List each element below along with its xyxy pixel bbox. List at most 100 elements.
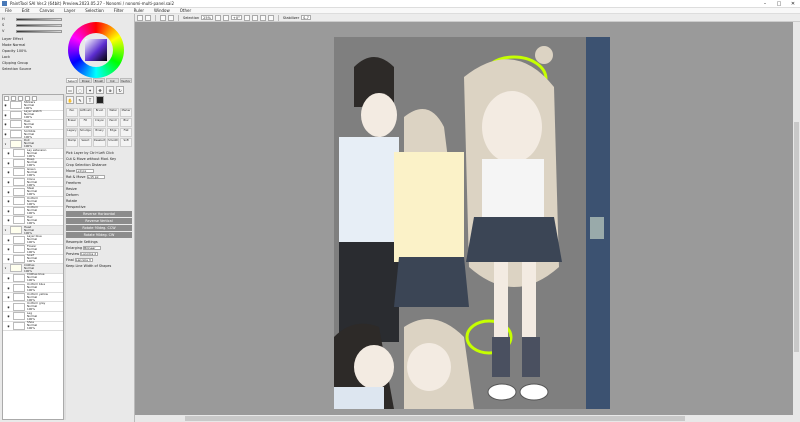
visibility-eye-icon[interactable]: ◉ [6,161,11,165]
menu-layer[interactable]: Layer [59,8,80,13]
visibility-eye-icon[interactable]: ▾ [3,142,8,146]
brush-slot[interactable]: Smooth [107,138,120,147]
reverse-vertical-button[interactable]: Reverse Vertical [66,218,132,224]
saturation-slider[interactable] [16,23,62,27]
brush-slot[interactable]: Smudge [78,128,92,137]
move-input[interactable]: +0 px [76,169,95,173]
visibility-eye-icon[interactable]: ◉ [6,257,11,261]
deselect-button[interactable] [160,14,166,21]
brush-slot[interactable]: Water [107,108,120,117]
brush-slot[interactable]: Binary [92,128,107,137]
visibility-eye-icon[interactable]: ◉ [6,247,11,251]
canvas-area[interactable] [135,22,793,415]
new-layer-icon[interactable] [4,96,9,101]
zoom-out-button[interactable] [214,14,221,21]
undo-button[interactable] [137,14,143,21]
value-slider[interactable] [16,29,62,33]
layer-row[interactable]: ◉ Scribble Normal 100% [3,129,63,140]
brush-slot[interactable]: Eraser [66,118,78,127]
stabilizer-field[interactable]: S-7 [301,15,311,20]
visibility-eye-icon[interactable]: ◉ [6,324,11,328]
menu-other[interactable]: Other [175,8,196,13]
menu-file[interactable]: File [0,8,17,13]
visibility-eye-icon[interactable]: ▾ [3,266,8,270]
preview-select[interactable]: Lanczos 2 [80,252,99,256]
visibility-eye-icon[interactable]: ◉ [3,113,8,117]
keep-line-width-checkbox[interactable]: Keep Line Width of Shapes [66,263,132,269]
mode-select[interactable]: Normal [13,43,26,47]
layer-row[interactable]: ◉ Hair Normal 100% [3,215,63,226]
brush-slot[interactable]: Select [78,138,92,147]
brush-slot[interactable]: Legacy [66,128,78,137]
visibility-eye-icon[interactable]: ◉ [6,199,11,203]
visibility-eye-icon[interactable]: ◉ [6,180,11,184]
rotate-cw-button[interactable]: Rotate 90deg. CW [66,232,132,238]
brush-slot[interactable]: Deselect [92,138,107,147]
zoom-icon[interactable]: ⊕ [106,86,114,94]
layer-row[interactable]: ◉ Uniform gray Normal 100% [3,302,63,313]
brush-slot[interactable]: Soft [120,138,132,147]
tab-draw[interactable]: Draw [79,78,92,83]
visibility-eye-icon[interactable]: ◉ [6,209,11,213]
new-folder-icon[interactable] [11,96,16,101]
brush-slot[interactable]: Crayon [92,118,107,127]
layer-row[interactable]: ◉ Shoe Normal 100% [3,321,63,332]
visibility-eye-icon[interactable]: ◉ [6,151,11,155]
redo-button[interactable] [145,14,151,21]
brush-slot[interactable]: Pen [66,108,78,117]
copy-layer-icon[interactable] [18,96,23,101]
brush-slot[interactable]: Marker [120,108,132,117]
enlarging-select[interactable]: Bilinear [83,246,102,250]
visibility-eye-icon[interactable]: ◉ [6,305,11,309]
invert-selection-button[interactable] [168,14,174,21]
brush-slot[interactable]: Fill [78,118,92,127]
brush-slot[interactable]: Flat [120,128,132,137]
menu-selection[interactable]: Selection [80,8,108,13]
text-icon[interactable]: T [86,96,94,104]
zoom-in-button[interactable] [222,14,229,21]
horizontal-scroll-thumb[interactable] [185,416,685,421]
menu-canvas[interactable]: Canvas [34,8,59,13]
opacity-slider[interactable]: 100% [17,49,27,53]
minimize-button[interactable]: – [758,0,772,8]
tab-brush[interactable]: Brush [92,78,106,83]
visibility-eye-icon[interactable]: ▾ [3,228,8,232]
reset-rotation-button[interactable] [259,14,266,21]
rotate-right-button[interactable] [251,14,258,21]
tab-vector[interactable]: Vector [119,78,133,83]
visibility-eye-icon[interactable]: ◉ [6,314,11,318]
visibility-eye-icon[interactable]: ◉ [6,295,11,299]
vertical-scroll-thumb[interactable] [794,122,799,352]
visibility-eye-icon[interactable]: ◉ [6,286,11,290]
select-tool-icon[interactable]: ▭ [66,86,74,94]
zoom-field[interactable]: 25% [201,15,213,20]
perspective-slider[interactable]: Perspective [66,204,132,210]
horizontal-scrollbar[interactable] [135,415,800,422]
rotate-ccw-button[interactable]: Rotate 90deg. CCW [66,225,132,231]
brush-slot[interactable]: Brush [92,108,107,117]
brush-slot[interactable]: Stamp [66,138,78,147]
visibility-eye-icon[interactable]: ◉ [3,122,8,126]
canvas-artwork[interactable] [334,37,610,409]
brush-slot[interactable]: Pencil [107,118,120,127]
rot-move-input[interactable]: +15 px [86,175,105,179]
menu-window[interactable]: Window [149,8,175,13]
lasso-icon[interactable]: ◌ [76,86,84,94]
magic-wand-icon[interactable]: ✦ [86,86,94,94]
menu-edit[interactable]: Edit [17,8,35,13]
visibility-eye-icon[interactable]: ◉ [6,238,11,242]
close-button[interactable]: ✕ [786,0,800,8]
menu-ruler[interactable]: Ruler [129,8,149,13]
saturation-value-square[interactable] [85,39,107,61]
layer-row[interactable]: ◉ Uniform Normal 100% [3,206,63,217]
maximize-button[interactable]: □ [772,0,786,8]
final-select[interactable]: Lanczos 3 [74,258,93,262]
vertical-scrollbar[interactable] [793,22,800,415]
visibility-eye-icon[interactable]: ◉ [3,132,8,136]
color-wheel[interactable] [68,22,124,78]
visibility-eye-icon[interactable]: ◉ [3,103,8,107]
move-icon[interactable]: ✥ [96,86,104,94]
layer-row[interactable]: ◉ Layer sketch Normal 100% [3,110,63,121]
brush-slot[interactable]: AirBrush [78,108,92,117]
menu-filter[interactable]: Filter [109,8,129,13]
